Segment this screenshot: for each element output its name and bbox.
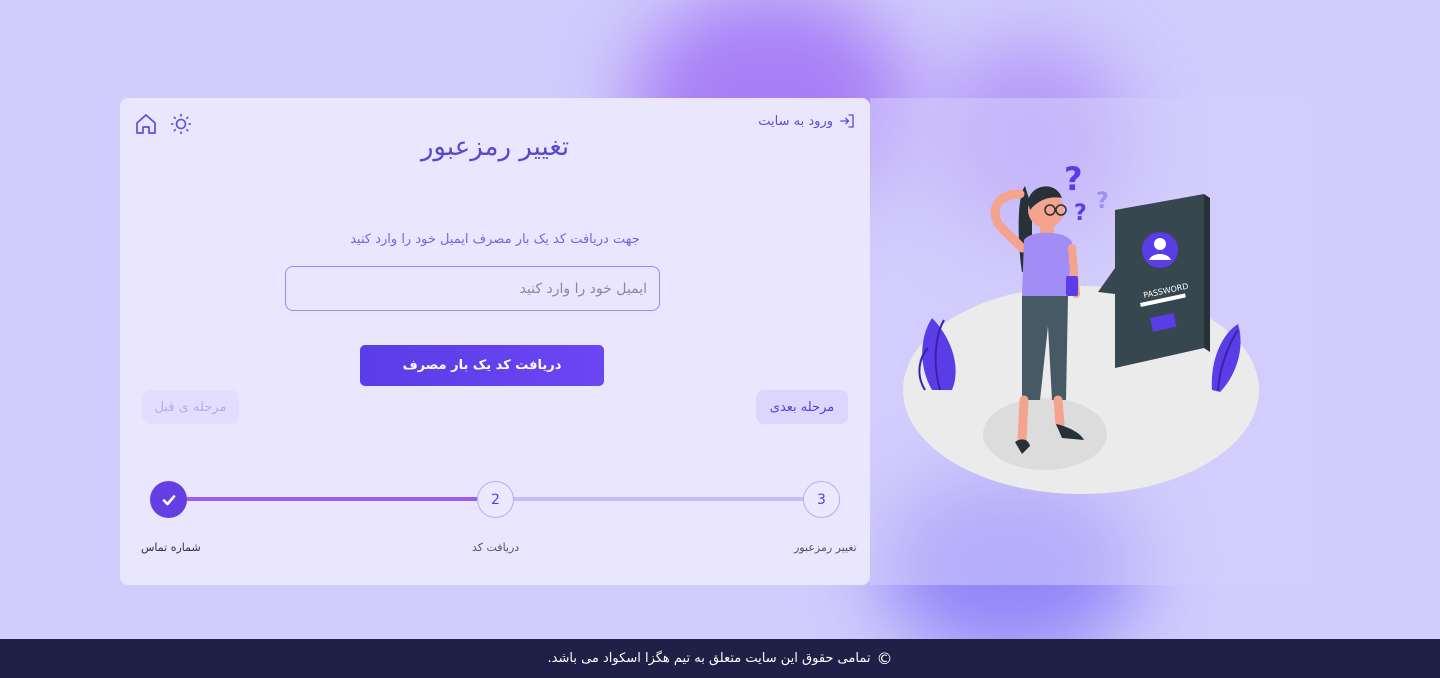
next-step-button[interactable]: مرحله بعدی: [756, 390, 848, 424]
password-illustration: PASSWORD ? ? ?: [903, 160, 1259, 494]
change-password-card: ورود به سایت تغییر رمزعبور جهت دریافت کد…: [120, 98, 870, 585]
previous-step-button[interactable]: مرحله ی قبل: [142, 390, 239, 424]
step-2-label: دریافت کد: [472, 541, 520, 554]
svg-text:?: ?: [1064, 160, 1083, 198]
step-3-circle: 3: [803, 481, 840, 518]
stepper-track-done: [168, 497, 478, 501]
login-link-label: ورود به سایت: [758, 113, 833, 129]
copyright-icon: ©: [876, 649, 893, 668]
check-icon: [162, 494, 175, 505]
step-1-label: شماره تماس: [141, 541, 201, 554]
illustration-panel: PASSWORD ? ? ?: [870, 98, 1312, 585]
svg-text:?: ?: [1074, 201, 1087, 226]
login-arrow-icon: [840, 114, 854, 128]
footer: © تمامی حقوق این سایت متعلق به تیم هگزا …: [0, 639, 1440, 678]
footer-text: تمامی حقوق این سایت متعلق به تیم هگزا اس…: [547, 651, 871, 666]
page-title: تغییر رمزعبور: [420, 132, 570, 162]
step-1-circle: [150, 481, 187, 518]
form-subtitle: جهت دریافت کد یک بار مصرف ایمیل خود را و…: [350, 232, 640, 247]
email-input[interactable]: [285, 266, 660, 311]
login-link[interactable]: ورود به سایت: [758, 112, 856, 130]
step-3-label: تغییر رمزعبور: [794, 541, 857, 554]
stepper-track-pending: [496, 497, 804, 501]
step-2-circle: 2: [477, 481, 514, 518]
get-otp-button[interactable]: دریافت کد یک بار مصرف: [360, 345, 604, 386]
svg-text:?: ?: [1096, 189, 1109, 214]
